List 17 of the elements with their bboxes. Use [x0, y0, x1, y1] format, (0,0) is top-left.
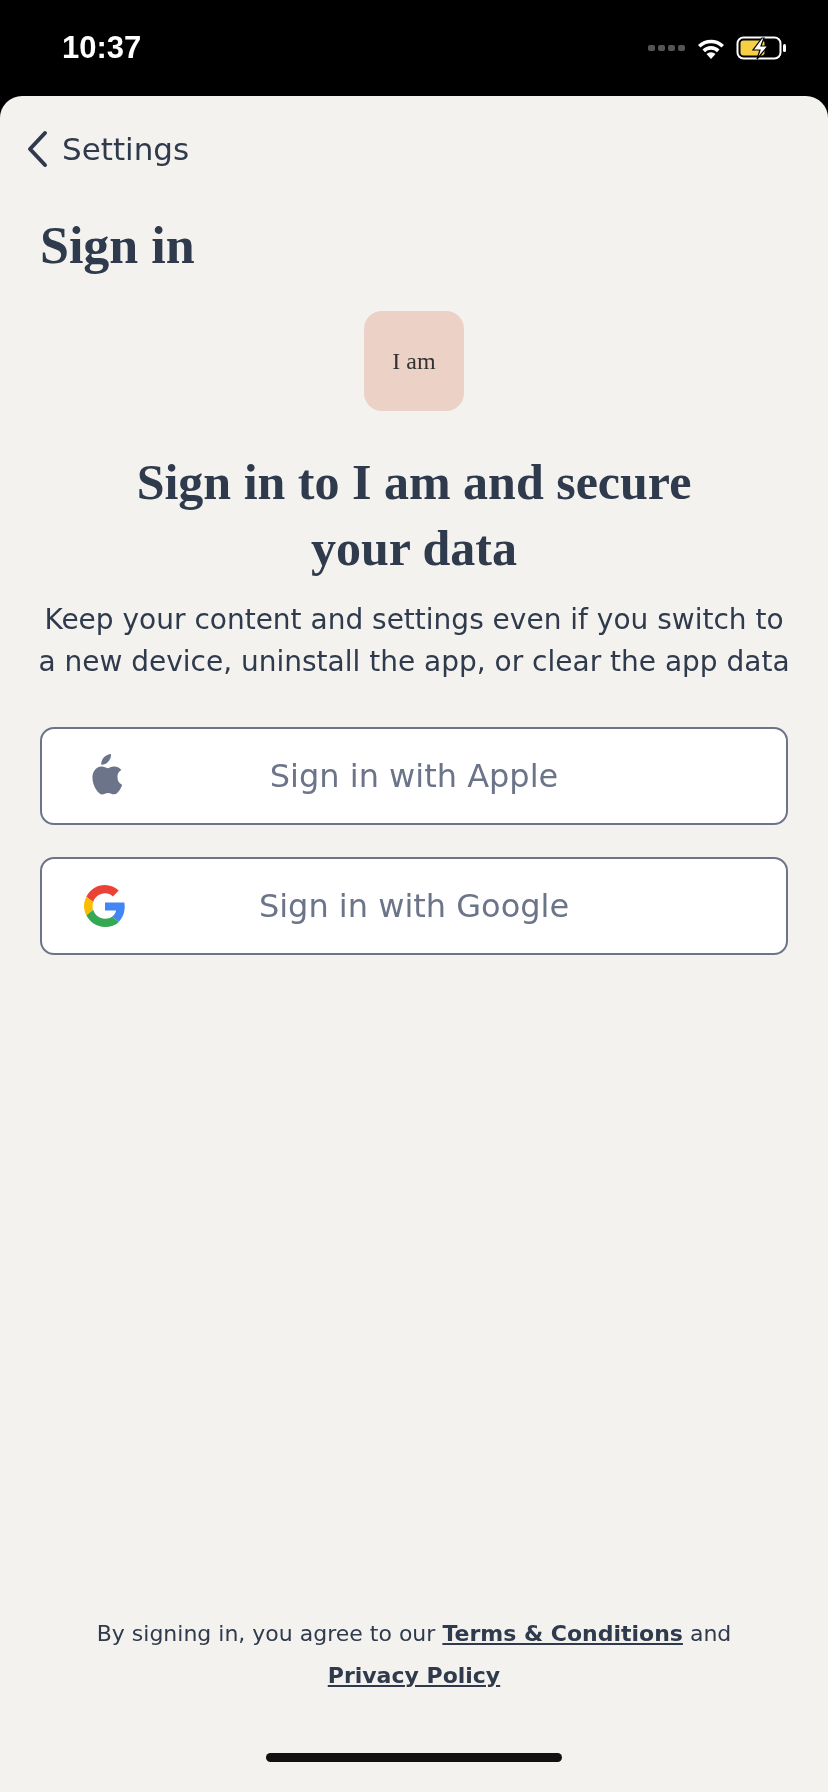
chevron-left-icon: [26, 130, 48, 168]
headline: Sign in to I am and secure your data: [135, 453, 693, 578]
policy-link[interactable]: Terms & Conditions: [442, 1621, 683, 1646]
footer-text: and: [689, 1621, 732, 1646]
back-button[interactable]: Settings: [26, 130, 190, 168]
page-title: Sign in: [40, 216, 195, 275]
cellular-signal-icon: [648, 44, 686, 52]
apple-sign-in-button[interactable]: Sign in with Apple: [40, 727, 788, 825]
app-logo: I am: [364, 311, 464, 411]
description: Keep your content and settings even if you switch to a new device, uninstall the app, or clear the app data: [37, 602, 791, 680]
policy-link[interactable]: Privacy Policy: [327, 1663, 501, 1688]
google-sign-in-button[interactable]: Sign in with Google: [40, 857, 788, 955]
google-logo-icon: [84, 885, 126, 927]
battery-charging-icon: [736, 36, 788, 60]
status-time: 10:37: [62, 30, 142, 66]
wifi-icon: [696, 37, 726, 59]
footer-text: By signing in, you agree to our: [96, 1621, 436, 1646]
